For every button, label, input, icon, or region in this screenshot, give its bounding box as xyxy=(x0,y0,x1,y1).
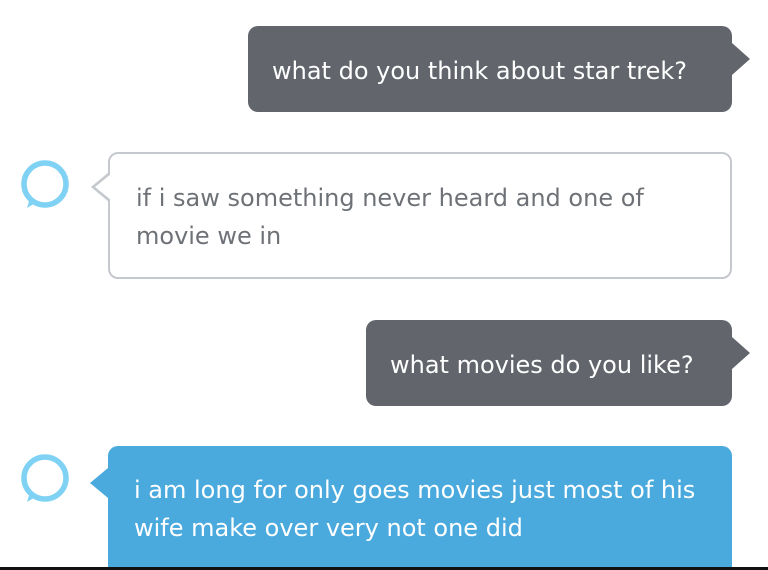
user-message: what do you think about star trek? xyxy=(248,26,750,112)
alexa-ring-icon xyxy=(21,454,69,502)
alexa-message-active: i am long for only goes movies just most… xyxy=(90,446,732,570)
alexa-message: if i saw something never heard and one o… xyxy=(91,152,732,279)
user-message: what movies do you like? xyxy=(366,320,750,406)
bubble-tail xyxy=(732,43,750,75)
bubble-tail-inner xyxy=(95,174,111,200)
user-message-text: what movies do you like? xyxy=(390,351,694,379)
bubble-tail xyxy=(90,468,108,498)
alexa-message-text: if i saw something never heard and one o… xyxy=(136,184,644,250)
alexa-message-text: i am long for only goes movies just most… xyxy=(134,476,696,542)
user-message-text: what do you think about star trek? xyxy=(272,57,688,85)
bubble-tail xyxy=(732,337,750,369)
alexa-ring-icon xyxy=(21,160,69,208)
